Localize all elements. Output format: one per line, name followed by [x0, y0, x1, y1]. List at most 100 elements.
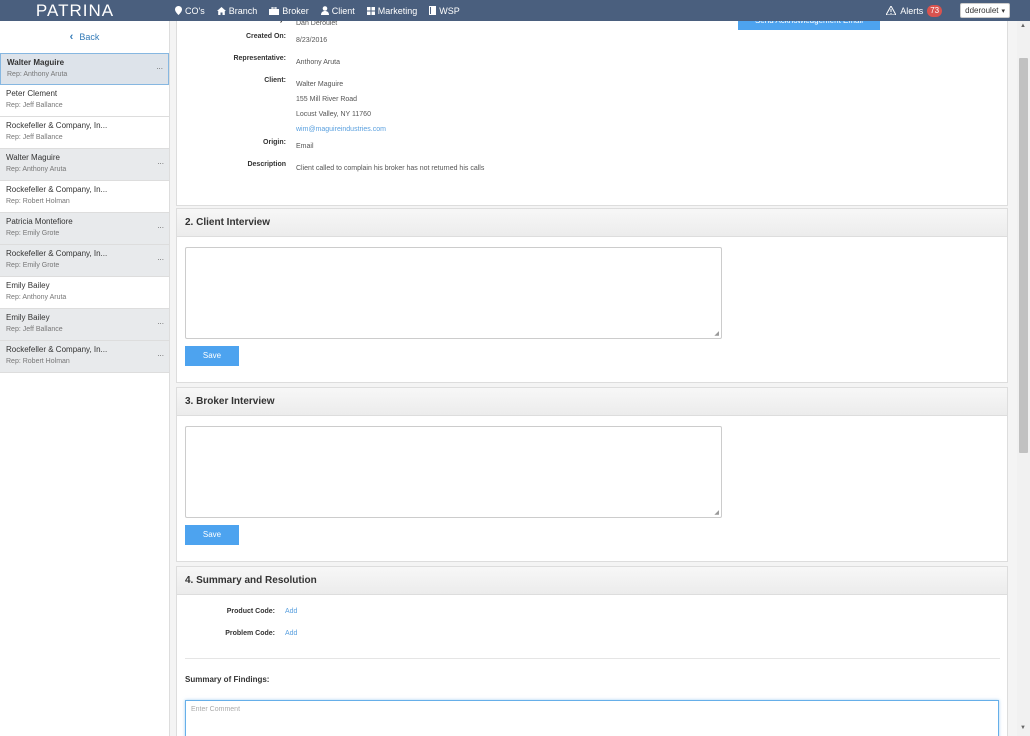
main-content: Send Acknowledgement Email Created By: D…	[176, 21, 1010, 736]
grid-icon	[366, 6, 375, 15]
resize-grip-icon[interactable]: ◢	[714, 330, 719, 337]
list-item-name: Walter Maguire	[6, 153, 60, 162]
nav-cos[interactable]: CO's	[175, 6, 205, 16]
list-item[interactable]: Rockefeller & Company, In... Rep: Robert…	[0, 181, 169, 213]
list-item-rep: Rep: Emily Grote	[6, 262, 60, 269]
case-details-panel: Send Acknowledgement Email Created By: D…	[176, 21, 1008, 206]
top-navbar: PATRINA CO's Branch Broker Client Market…	[0, 0, 1030, 21]
list-item[interactable]: Walter Maguire Rep: Anthony Aruta ...	[0, 149, 169, 181]
created-by-label: Created By:	[177, 21, 296, 31]
client-interview-panel: 2. Client Interview ◢ Save	[176, 208, 1008, 383]
list-item-rep: Rep: Jeff Ballance	[6, 134, 63, 141]
back-label: Back	[79, 32, 100, 42]
more-icon[interactable]: ...	[157, 253, 164, 262]
list-item[interactable]: Rockefeller & Company, In... Rep: Jeff B…	[0, 117, 169, 149]
broker-interview-panel: 3. Broker Interview ◢ Save	[176, 387, 1008, 562]
client-label: Client:	[264, 77, 286, 84]
nav-wsp-label: WSP	[439, 5, 460, 16]
list-item[interactable]: Walter Maguire Rep: Anthony Aruta ...	[0, 53, 169, 85]
broker-interview-save-button[interactable]: Save	[185, 525, 239, 545]
summary-comment-input[interactable]: Enter Comment	[185, 700, 999, 736]
more-icon[interactable]: ...	[157, 221, 164, 230]
list-item-name: Rockefeller & Company, In...	[6, 249, 108, 258]
caret-down-icon: ▾	[1001, 7, 1005, 15]
brand-logo[interactable]: PATRINA	[0, 0, 150, 21]
nav-client[interactable]: Client	[320, 5, 355, 16]
product-code-row: Product Code: Add	[177, 608, 298, 615]
broker-interview-textarea[interactable]: ◢	[185, 426, 722, 518]
nav-marketing-label: Marketing	[377, 5, 418, 16]
user-icon	[320, 6, 329, 15]
chevron-left-icon: ‹	[69, 31, 74, 43]
client-name: Walter Maguire	[296, 81, 344, 88]
resize-grip-icon[interactable]: ◢	[714, 509, 719, 516]
list-item-rep: Rep: Jeff Ballance	[6, 102, 63, 109]
origin-label: Origin:	[263, 139, 286, 146]
problem-code-add-link[interactable]: Add	[285, 630, 297, 637]
product-code-add-link[interactable]: Add	[285, 608, 297, 615]
user-name: dderoulet	[965, 6, 999, 15]
client-interview-textarea[interactable]: ◢	[185, 247, 722, 339]
origin-value: Email	[296, 143, 314, 150]
list-item-name: Rockefeller & Company, In...	[6, 121, 108, 130]
list-item[interactable]: Patricia Montefiore Rep: Emily Grote ...	[0, 213, 169, 245]
broker-interview-title: 3. Broker Interview	[177, 388, 1007, 416]
alerts-count-badge: 73	[927, 4, 943, 17]
created-on-value: 8/23/2016	[296, 37, 328, 44]
scrollbar-thumb[interactable]	[1019, 58, 1028, 453]
list-item-name: Rockefeller & Company, In...	[6, 345, 108, 354]
client-interview-title: 2. Client Interview	[177, 209, 1007, 237]
problem-code-row: Problem Code: Add	[177, 630, 297, 637]
list-item-rep: Rep: Jeff Ballance	[6, 326, 63, 333]
book-icon	[429, 6, 437, 15]
user-menu-dropdown[interactable]: dderoulet ▾	[960, 3, 1010, 18]
nav-branch[interactable]: Branch	[216, 6, 257, 16]
nav-marketing[interactable]: Marketing	[366, 5, 418, 16]
list-item-name: Emily Bailey	[6, 313, 50, 322]
alerts-button[interactable]: Alerts 73	[886, 4, 943, 17]
list-item-name: Emily Bailey	[6, 281, 50, 290]
scroll-up-arrow-icon[interactable]: ▲	[1020, 23, 1026, 29]
list-item-rep: Rep: Robert Holman	[6, 198, 70, 205]
representative-row: Representative: Anthony Aruta	[177, 55, 340, 70]
divider	[185, 658, 1000, 659]
description-row: Description Client called to complain hi…	[177, 161, 484, 176]
list-item-rep: Rep: Anthony Aruta	[7, 71, 68, 78]
more-icon[interactable]: ...	[157, 349, 164, 358]
created-by-row: Created By: Dan Deroulet	[177, 21, 338, 31]
more-icon[interactable]: ...	[156, 62, 163, 71]
more-icon[interactable]: ...	[157, 157, 164, 166]
summary-resolution-title: 4. Summary and Resolution	[177, 567, 1007, 595]
client-interview-save-button[interactable]: Save	[185, 346, 239, 366]
nav-broker[interactable]: Broker	[269, 6, 309, 16]
list-item[interactable]: Rockefeller & Company, In... Rep: Robert…	[0, 341, 169, 373]
client-address-line2: Locust Valley, NY 11760	[296, 111, 371, 118]
nav-client-label: Client	[331, 5, 355, 16]
created-by-value: Dan Deroulet	[296, 21, 338, 27]
send-acknowledgement-email-button[interactable]: Send Acknowledgement Email	[738, 21, 880, 30]
summary-findings-label: Summary of Findings:	[185, 675, 270, 684]
scroll-down-arrow-icon[interactable]: ▼	[1020, 725, 1026, 731]
home-icon	[216, 6, 226, 15]
client-email-link[interactable]: wim@maguireindustries.com	[296, 122, 386, 137]
nav-cos-label: CO's	[185, 5, 205, 16]
client-row: Client: Walter Maguire 155 Mill River Ro…	[177, 77, 386, 137]
page-scrollbar[interactable]: ▲ ▼	[1017, 21, 1030, 736]
created-on-label: Created On:	[245, 33, 286, 40]
nav-broker-label: Broker	[282, 5, 309, 16]
list-item-rep: Rep: Emily Grote	[6, 230, 60, 237]
created-on-row: Created On: 8/23/2016	[177, 33, 327, 48]
more-icon[interactable]: ...	[157, 317, 164, 326]
list-item[interactable]: Emily Bailey Rep: Jeff Ballance ...	[0, 309, 169, 341]
list-item[interactable]: Rockefeller & Company, In... Rep: Emily …	[0, 245, 169, 277]
list-item[interactable]: Peter Clement Rep: Jeff Ballance	[0, 85, 169, 117]
representative-label: Representative:	[233, 55, 286, 62]
list-item-rep: Rep: Anthony Aruta	[6, 166, 67, 173]
nav-wsp[interactable]: WSP	[429, 6, 460, 16]
warning-icon	[886, 6, 897, 15]
list-item-rep: Rep: Robert Holman	[6, 358, 70, 365]
back-link[interactable]: ‹ Back	[0, 21, 169, 53]
list-item-name: Rockefeller & Company, In...	[6, 185, 108, 194]
description-value: Client called to complain his broker has…	[296, 165, 485, 172]
list-item[interactable]: Emily Bailey Rep: Anthony Aruta	[0, 277, 169, 309]
